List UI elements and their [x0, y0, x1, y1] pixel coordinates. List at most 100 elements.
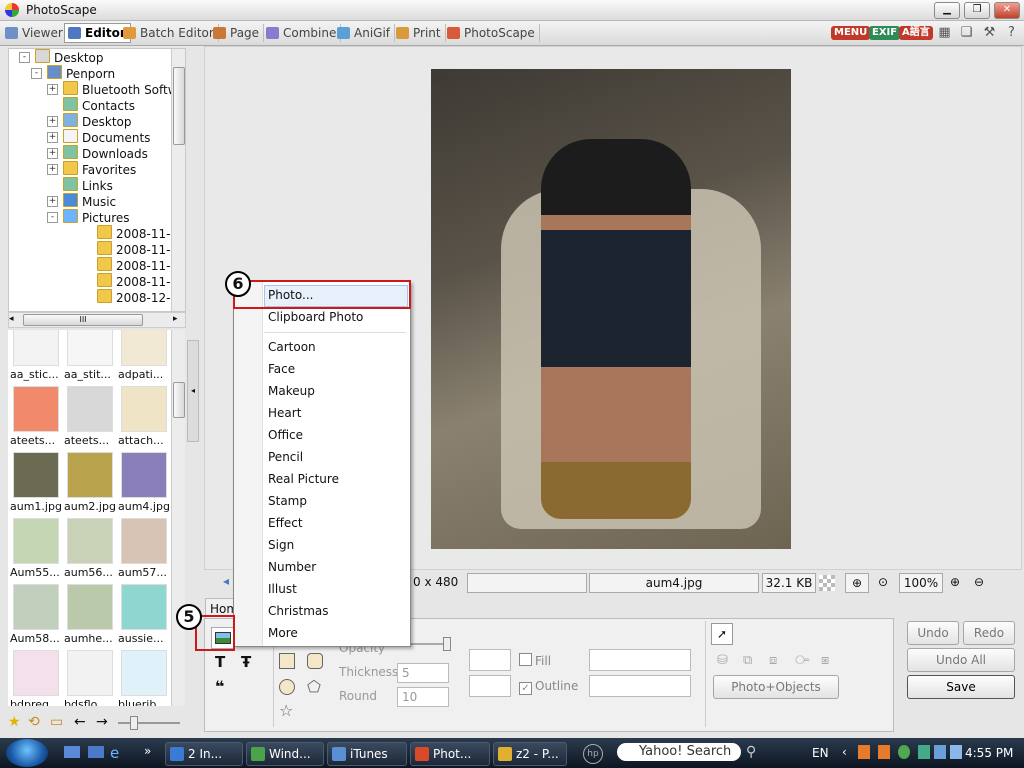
menu-item-more[interactable]: More	[268, 626, 298, 640]
back-arrow-icon[interactable]: ←	[74, 714, 86, 730]
edited-photo[interactable]	[431, 69, 791, 549]
menu-item-office[interactable]: Office	[268, 428, 303, 442]
redo-button[interactable]: Redo	[963, 621, 1015, 645]
show-desktop-icon[interactable]	[64, 746, 80, 758]
window-tile-icon[interactable]: ❏	[959, 25, 974, 40]
menu-item-stamp[interactable]: Stamp	[268, 494, 307, 508]
pentagon-tool-icon[interactable]: ⬠	[307, 677, 321, 696]
thumbnail-item[interactable]: Aum55...	[10, 518, 62, 580]
zoom-in-icon[interactable]: ⊕	[945, 573, 965, 591]
thumbnail-item[interactable]: aussie...	[118, 584, 170, 646]
expand-icon[interactable]: +	[47, 116, 58, 127]
expand-icon[interactable]: +	[47, 84, 58, 95]
expand-icon[interactable]: +	[47, 132, 58, 143]
thumbnail-item[interactable]: aa_stic...	[10, 330, 62, 382]
tab-photoscape[interactable]: PhotoScape	[444, 24, 540, 42]
object-layer-icon[interactable]: ⧈	[769, 653, 777, 668]
tree-item[interactable]: + Downloads	[47, 145, 148, 161]
close-button[interactable]: ✕	[994, 2, 1020, 19]
photo-objects-button[interactable]: Photo+Objects	[713, 675, 839, 699]
outline-color-dropdown[interactable]	[469, 675, 511, 697]
internet-explorer-icon[interactable]: e	[110, 744, 119, 762]
tree-hscroll-thumb[interactable]: III	[23, 314, 143, 326]
opacity-slider[interactable]	[405, 637, 451, 651]
help-icon[interactable]: ?	[1004, 25, 1019, 40]
save-button[interactable]: Save	[907, 675, 1015, 699]
menu-item-face[interactable]: Face	[268, 362, 295, 376]
tree-vscroll-thumb[interactable]	[173, 67, 185, 145]
thumbnail-item[interactable]: attach...	[118, 386, 170, 448]
tree-item[interactable]: - Pictures	[47, 209, 130, 225]
menu-item-christmas[interactable]: Christmas	[268, 604, 329, 618]
thumbnail-size-slider[interactable]	[118, 716, 180, 730]
language-button[interactable]: A語言	[899, 26, 933, 40]
object-delete-icon[interactable]: ⛁	[717, 653, 728, 668]
thumbnail-item[interactable]: bdpreg...	[10, 650, 62, 706]
tray-app-icon-2[interactable]	[878, 745, 890, 759]
thumbnail-scrollbar[interactable]	[171, 330, 185, 706]
object-merge-icon[interactable]: ⧆	[821, 653, 829, 668]
collapse-icon[interactable]: -	[31, 68, 42, 79]
text-tool-icon[interactable]: T	[215, 653, 225, 671]
collapse-icon[interactable]: -	[19, 52, 30, 63]
outline-style-dropdown[interactable]	[589, 675, 691, 697]
tray-app-icon-1[interactable]	[858, 745, 870, 759]
tree-item[interactable]: - Desktop	[19, 49, 104, 65]
menu-item-number[interactable]: Number	[268, 560, 316, 574]
thumbnail-item[interactable]: aum1.jpg	[10, 452, 62, 514]
fill-checkbox[interactable]: Fill	[519, 653, 551, 668]
object-copy-icon[interactable]: ⧉	[743, 653, 752, 668]
menu-item-clipboard-photo[interactable]: Clipboard Photo	[268, 310, 363, 324]
thumbnail-item[interactable]: ateets...	[10, 386, 62, 448]
select-pointer-icon[interactable]: ➚	[711, 623, 733, 645]
outline-checkbox[interactable]: ✓ Outline	[519, 679, 578, 695]
menu-item-cartoon[interactable]: Cartoon	[268, 340, 316, 354]
actual-size-icon[interactable]: ⊙	[873, 573, 893, 591]
tab-combine[interactable]: Combine	[263, 24, 342, 42]
tree-item[interactable]: Links	[63, 177, 113, 193]
tree-item[interactable]: Contacts	[63, 97, 135, 113]
menu-item-illust[interactable]: Illust	[268, 582, 297, 596]
tab-page[interactable]: Page	[210, 24, 265, 42]
star-shape-tool-icon[interactable]: ☆	[279, 701, 293, 720]
taskbar-button[interactable]: Wind...	[246, 742, 324, 766]
switch-windows-icon[interactable]	[88, 746, 104, 758]
thumbnail-scroll-thumb[interactable]	[173, 382, 185, 418]
menu-item-real-picture[interactable]: Real Picture	[268, 472, 339, 486]
tree-item[interactable]: + Bluetooth Softw	[47, 81, 178, 97]
folder-tree[interactable]: - Desktop - Penporn + Bluetooth Softw Contacts…	[8, 48, 186, 312]
thumbnail-item[interactable]: aum56...	[64, 518, 116, 580]
thumbnail-item[interactable]: aum4.jpg	[118, 452, 170, 514]
fill-style-dropdown[interactable]	[589, 649, 691, 671]
thumbnail-item[interactable]: bdsflo...	[64, 650, 116, 706]
language-indicator[interactable]: EN	[812, 746, 829, 760]
speech-balloon-icon[interactable]: ❝	[215, 677, 224, 696]
tray-volume-icon[interactable]	[950, 745, 962, 759]
menu-item-sign[interactable]: Sign	[268, 538, 294, 552]
menu-item-heart[interactable]: Heart	[268, 406, 301, 420]
thumbnail-item[interactable]: aumhe...	[64, 584, 116, 646]
maximize-button[interactable]: ❐	[964, 2, 990, 19]
tab-batch-editor[interactable]: Batch Editor	[120, 24, 219, 42]
expand-icon[interactable]: +	[47, 148, 58, 159]
zoom-out-icon[interactable]: ⊖	[969, 573, 989, 591]
search-icon[interactable]: ⚲	[746, 744, 756, 760]
undo-button[interactable]: Undo	[907, 621, 959, 645]
forward-arrow-icon[interactable]: →	[96, 714, 108, 730]
nav-left-icon[interactable]: ◂	[223, 574, 229, 588]
tray-expand-icon[interactable]: ‹	[842, 745, 847, 759]
thumbnail-item[interactable]: aum2.jpg	[64, 452, 116, 514]
menu-item-pencil[interactable]: Pencil	[268, 450, 303, 464]
folder-open-icon[interactable]: ▭	[50, 714, 63, 730]
exif-button[interactable]: EXIF	[869, 26, 901, 40]
tree-item[interactable]: + Favorites	[47, 161, 136, 177]
star-icon[interactable]: ★	[8, 714, 21, 730]
menu-button[interactable]: MENU	[831, 26, 871, 40]
expand-icon[interactable]: +	[47, 164, 58, 175]
taskbar-button[interactable]: iTunes	[327, 742, 407, 766]
thumbnail-item[interactable]: adpati...	[118, 330, 170, 382]
rounded-rectangle-tool-icon[interactable]	[307, 653, 323, 669]
tree-item[interactable]: - Penporn	[31, 65, 115, 81]
transparency-icon[interactable]	[819, 575, 835, 591]
thumbnail-item[interactable]: aum57...	[118, 518, 170, 580]
